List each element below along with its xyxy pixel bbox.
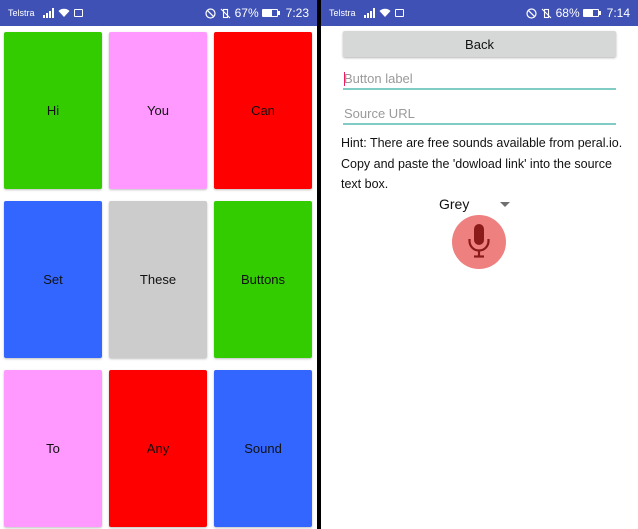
- source-url-input[interactable]: [343, 103, 616, 123]
- sound-button-label: Any: [146, 441, 170, 456]
- back-button-label: Back: [465, 36, 494, 52]
- sound-button-label: Set: [43, 272, 63, 287]
- carrier-label: Telstra: [329, 8, 356, 18]
- wifi-icon: [58, 8, 70, 17]
- vibrate-icon: [220, 8, 230, 18]
- sound-button-any[interactable]: Any: [109, 370, 207, 527]
- back-button[interactable]: Back: [343, 31, 616, 57]
- status-bar: Telstra 67% 7:23: [0, 0, 317, 26]
- sound-button-label: These: [139, 272, 177, 287]
- color-select-value: Grey: [439, 196, 470, 212]
- hint-text: Hint: There are free sounds available fr…: [341, 136, 623, 191]
- button-label-field[interactable]: [343, 68, 616, 90]
- sound-button-can[interactable]: Can: [214, 32, 312, 189]
- vibrate-icon: [541, 8, 551, 18]
- field-underline: [343, 123, 616, 125]
- status-bar: Telstra 68% 7:14: [321, 0, 638, 26]
- sound-button-to[interactable]: To: [4, 370, 102, 527]
- sound-button-these[interactable]: These: [109, 201, 207, 358]
- source-url-field[interactable]: [343, 103, 616, 125]
- sound-button-label: Buttons: [240, 272, 286, 287]
- signal-icon: [42, 8, 54, 18]
- clock: 7:14: [606, 6, 630, 20]
- sound-button-label: Sound: [244, 441, 282, 456]
- sound-button-label: To: [46, 441, 60, 456]
- sound-button-label: Can: [251, 103, 275, 118]
- microphone-icon: [468, 224, 490, 258]
- clock: 7:23: [285, 6, 309, 20]
- sound-button-set[interactable]: Set: [4, 201, 102, 358]
- battery-icon: [261, 9, 280, 17]
- do-not-disturb-icon: [205, 7, 216, 19]
- notification-icon: [73, 9, 83, 17]
- signal-icon: [363, 8, 375, 18]
- left-screen: Telstra 67% 7:23 Hi You Can Set These Bu…: [0, 0, 317, 529]
- sound-button-sound[interactable]: Sound: [214, 370, 312, 527]
- record-button[interactable]: [452, 215, 506, 269]
- color-select[interactable]: Grey: [439, 195, 515, 215]
- right-screen: Telstra 68% 7:14 Back Hint: There are fr…: [321, 0, 638, 529]
- text-cursor: [344, 72, 345, 86]
- field-underline: [343, 88, 616, 90]
- do-not-disturb-icon: [526, 7, 537, 19]
- chevron-down-icon: [500, 202, 510, 207]
- wifi-icon: [379, 8, 391, 17]
- battery-icon: [582, 9, 601, 17]
- sound-button-hi[interactable]: Hi: [4, 32, 102, 189]
- sound-button-label: Hi: [46, 103, 60, 118]
- sound-button-you[interactable]: You: [109, 32, 207, 189]
- battery-percent: 68%: [555, 6, 580, 20]
- sound-button-buttons[interactable]: Buttons: [214, 201, 312, 358]
- notification-icon: [394, 9, 404, 17]
- button-label-input[interactable]: [343, 68, 616, 88]
- sound-button-label: You: [147, 103, 169, 118]
- battery-percent: 67%: [234, 6, 259, 20]
- carrier-label: Telstra: [8, 8, 35, 18]
